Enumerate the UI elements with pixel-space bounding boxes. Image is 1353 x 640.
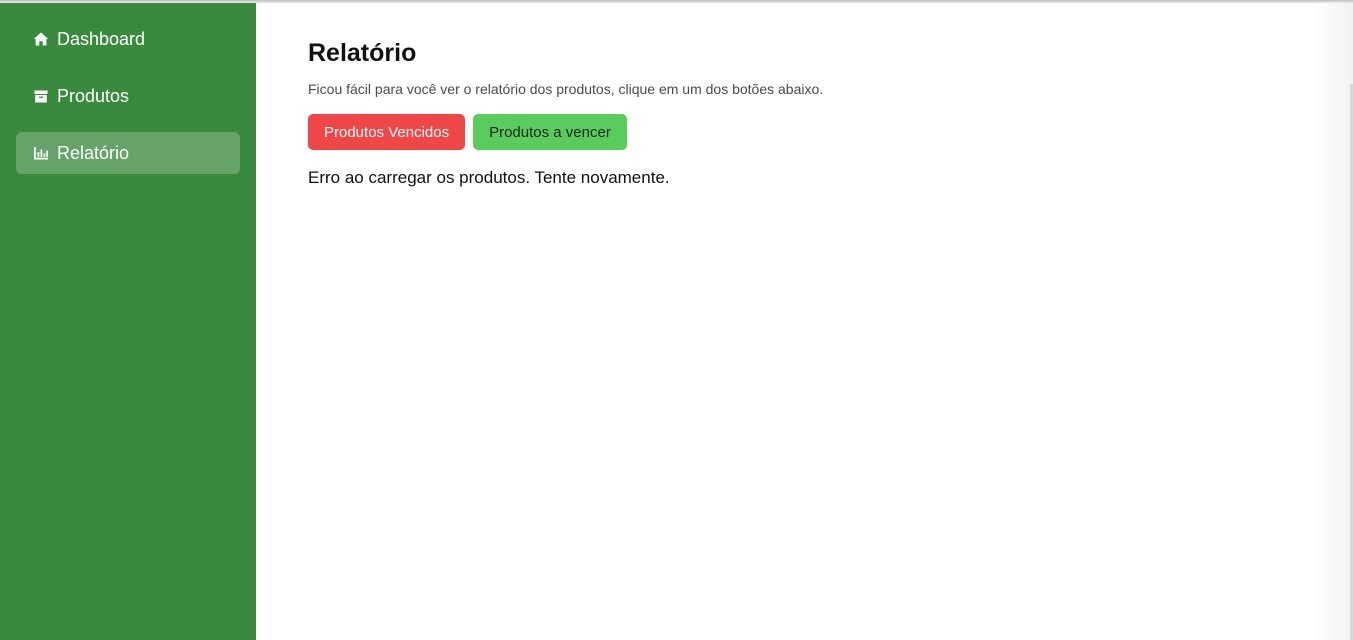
app-window: Dashboard Produtos Relatório Relatório F… — [0, 0, 1353, 640]
sidebar: Dashboard Produtos Relatório — [0, 0, 256, 640]
main-content: Relatório Ficou fácil para você ver o re… — [256, 0, 1353, 640]
report-button-row: Produtos Vencidos Produtos a vencer — [308, 114, 1301, 150]
sidebar-item-label: Produtos — [57, 85, 130, 106]
sidebar-item-label: Relatório — [57, 142, 130, 163]
box-icon — [32, 88, 49, 105]
sidebar-item-relatorio[interactable]: Relatório — [16, 132, 240, 174]
page-description: Ficou fácil para você ver o relatório do… — [308, 81, 824, 97]
sidebar-item-label: Dashboard — [57, 28, 146, 49]
expiring-products-button[interactable]: Produtos a vencer — [473, 114, 627, 150]
sidebar-item-dashboard[interactable]: Dashboard — [16, 18, 240, 60]
page-title: Relatório — [308, 39, 417, 67]
home-icon — [32, 31, 49, 48]
expired-products-button[interactable]: Produtos Vencidos — [308, 114, 466, 150]
sidebar-item-produtos[interactable]: Produtos — [16, 75, 240, 117]
bar-chart-icon — [32, 145, 49, 162]
top-border — [0, 0, 1353, 3]
error-message: Erro ao carregar os produtos. Tente nova… — [308, 168, 670, 187]
